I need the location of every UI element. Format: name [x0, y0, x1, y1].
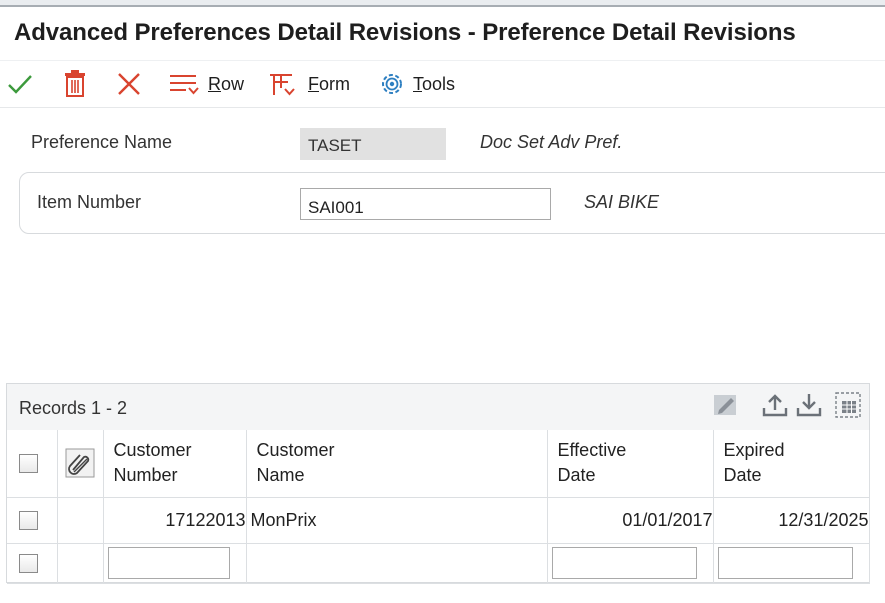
attachment-header	[57, 430, 104, 498]
row-checkbox[interactable]	[19, 510, 38, 530]
expired-date-cell[interactable]: 12/31/2025	[713, 497, 870, 544]
row-attachment-cell	[57, 543, 104, 584]
customer-name-cell[interactable]: MonPrix	[246, 497, 548, 544]
records-grid: Records 1 - 2 Customer Number Customer N…	[6, 383, 870, 584]
effective-date-cell[interactable]: 01/01/2017	[547, 497, 714, 544]
top-border	[0, 0, 885, 7]
row-checkbox[interactable]	[19, 553, 38, 573]
grid-format-icon[interactable]	[833, 390, 863, 425]
select-all-cell	[7, 430, 58, 498]
item-number-label: Item Number	[37, 192, 142, 212]
upload-icon[interactable]	[761, 390, 789, 425]
expired-date-entry-cell	[713, 543, 870, 584]
attachment-icon[interactable]	[65, 448, 103, 478]
form-menu-label: Form	[308, 73, 350, 94]
row-attachment-cell	[57, 497, 104, 544]
row-select-cell	[7, 543, 58, 584]
toolbar: Row Form Tools	[0, 60, 885, 108]
tools-menu-label: Tools	[413, 73, 456, 94]
effective-date-input[interactable]	[551, 547, 697, 579]
records-count: Records 1 - 2	[19, 398, 128, 418]
tools-menu-button[interactable]: Tools	[377, 69, 455, 99]
expired-date-input[interactable]	[717, 547, 853, 579]
item-number-description: SAI BIKE	[584, 192, 660, 212]
effective-date-header[interactable]: Effective Date	[547, 430, 714, 498]
grid-header-bar: Records 1 - 2	[7, 384, 869, 431]
expired-date-header[interactable]: Expired Date	[713, 430, 870, 498]
checkmark-icon	[6, 70, 34, 98]
customer-number-cell[interactable]: 17122013	[103, 497, 247, 544]
table-row[interactable]: 17122013 MonPrix 01/01/2017 12/31/2025	[7, 497, 870, 544]
row-menu-icon	[168, 70, 202, 98]
edit-grid-icon[interactable]	[711, 390, 741, 425]
customer-number-header[interactable]: Customer Number	[103, 430, 247, 498]
item-number-input[interactable]: SAI001	[300, 188, 551, 220]
customer-name-entry-cell	[246, 543, 548, 584]
customer-number-entry-cell	[103, 543, 247, 584]
new-entry-row[interactable]	[7, 543, 870, 584]
trash-icon	[62, 70, 88, 98]
download-icon[interactable]	[795, 390, 823, 425]
ok-button[interactable]	[6, 69, 34, 99]
customer-number-input[interactable]	[107, 547, 230, 579]
grid-header-row: Customer Number Customer Name Effective Dat…	[7, 430, 870, 498]
grid-table: Customer Number Customer Name Effective Dat…	[7, 430, 870, 584]
form-menu-icon	[268, 70, 302, 98]
customer-name-header[interactable]: Customer Name	[246, 430, 548, 498]
form-menu-button[interactable]: Form	[268, 69, 350, 99]
gear-icon	[377, 69, 407, 99]
page-title: Advanced Preferences Detail Revisions - …	[14, 19, 796, 46]
row-menu-label: Row	[208, 73, 245, 94]
delete-button[interactable]	[62, 69, 88, 99]
cancel-button[interactable]	[115, 69, 143, 99]
preference-name-description: Doc Set Adv Pref.	[480, 132, 623, 152]
row-menu-button[interactable]: Row	[168, 69, 244, 99]
close-icon	[115, 70, 143, 98]
row-select-cell	[7, 497, 58, 544]
select-all-checkbox[interactable]	[19, 453, 38, 473]
preference-name-label: Preference Name	[31, 132, 173, 152]
preference-name-field: TASET	[300, 128, 446, 160]
effective-date-entry-cell	[547, 543, 714, 584]
